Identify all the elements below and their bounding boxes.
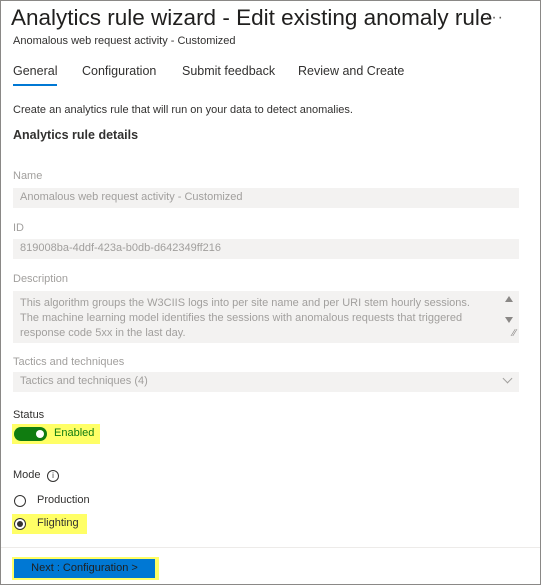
description-field[interactable]: This algorithm groups the W3CIIS logs in…: [13, 291, 519, 343]
radio-label-production: Production: [37, 494, 90, 506]
more-options-icon[interactable]: ···: [485, 9, 504, 27]
radio-label-flighting: Flighting: [37, 517, 79, 529]
scroll-up-icon[interactable]: [505, 296, 513, 302]
wizard-panel: Analytics rule wizard - Edit existing an…: [0, 0, 541, 585]
tactics-label: Tactics and techniques: [13, 356, 125, 368]
status-label: Status: [13, 409, 45, 421]
tactics-count: (4): [134, 375, 148, 387]
next-configuration-button[interactable]: Next : Configuration >: [14, 559, 155, 578]
next-highlight: Next : Configuration >: [12, 557, 159, 580]
toggle-track: [14, 427, 47, 441]
info-icon[interactable]: i: [47, 470, 59, 482]
footer-divider: [1, 547, 540, 548]
chevron-down-icon: [502, 373, 513, 384]
radio-circle: [14, 495, 26, 507]
section-title: Analytics rule details: [13, 128, 139, 142]
tactics-dropdown[interactable]: Tactics and techniques (4): [13, 372, 519, 392]
description-text: This algorithm groups the W3CIIS logs in…: [20, 297, 470, 339]
page-title: Analytics rule wizard - Edit existing an…: [11, 5, 493, 30]
tab-review-and-create[interactable]: Review and Create: [298, 64, 404, 84]
radio-dot: [17, 521, 23, 527]
tab-general[interactable]: General: [13, 64, 58, 86]
description-label: Description: [13, 273, 69, 285]
status-toggle[interactable]: Enabled: [12, 424, 100, 444]
name-label: Name: [13, 170, 43, 182]
mode-label: Mode: [13, 469, 41, 481]
id-label: ID: [13, 222, 24, 234]
intro-text: Create an analytics rule that will run o…: [13, 104, 353, 116]
tab-submit-feedback[interactable]: Submit feedback: [182, 64, 275, 84]
tactics-value: Tactics and techniques: [20, 375, 132, 387]
id-field: 819008ba-4ddf-423a-b0db-d642349ff216: [13, 239, 519, 259]
resize-grip-icon[interactable]: ∕∕: [513, 326, 516, 341]
name-field: Anomalous web request activity - Customi…: [13, 188, 519, 208]
toggle-thumb: [36, 430, 44, 438]
scroll-down-icon[interactable]: [505, 317, 513, 323]
page-subtitle: Anomalous web request activity - Customi…: [13, 35, 236, 47]
radio-circle-selected: [14, 518, 26, 530]
tab-configuration[interactable]: Configuration: [82, 64, 156, 84]
toggle-label: Enabled: [54, 427, 95, 439]
